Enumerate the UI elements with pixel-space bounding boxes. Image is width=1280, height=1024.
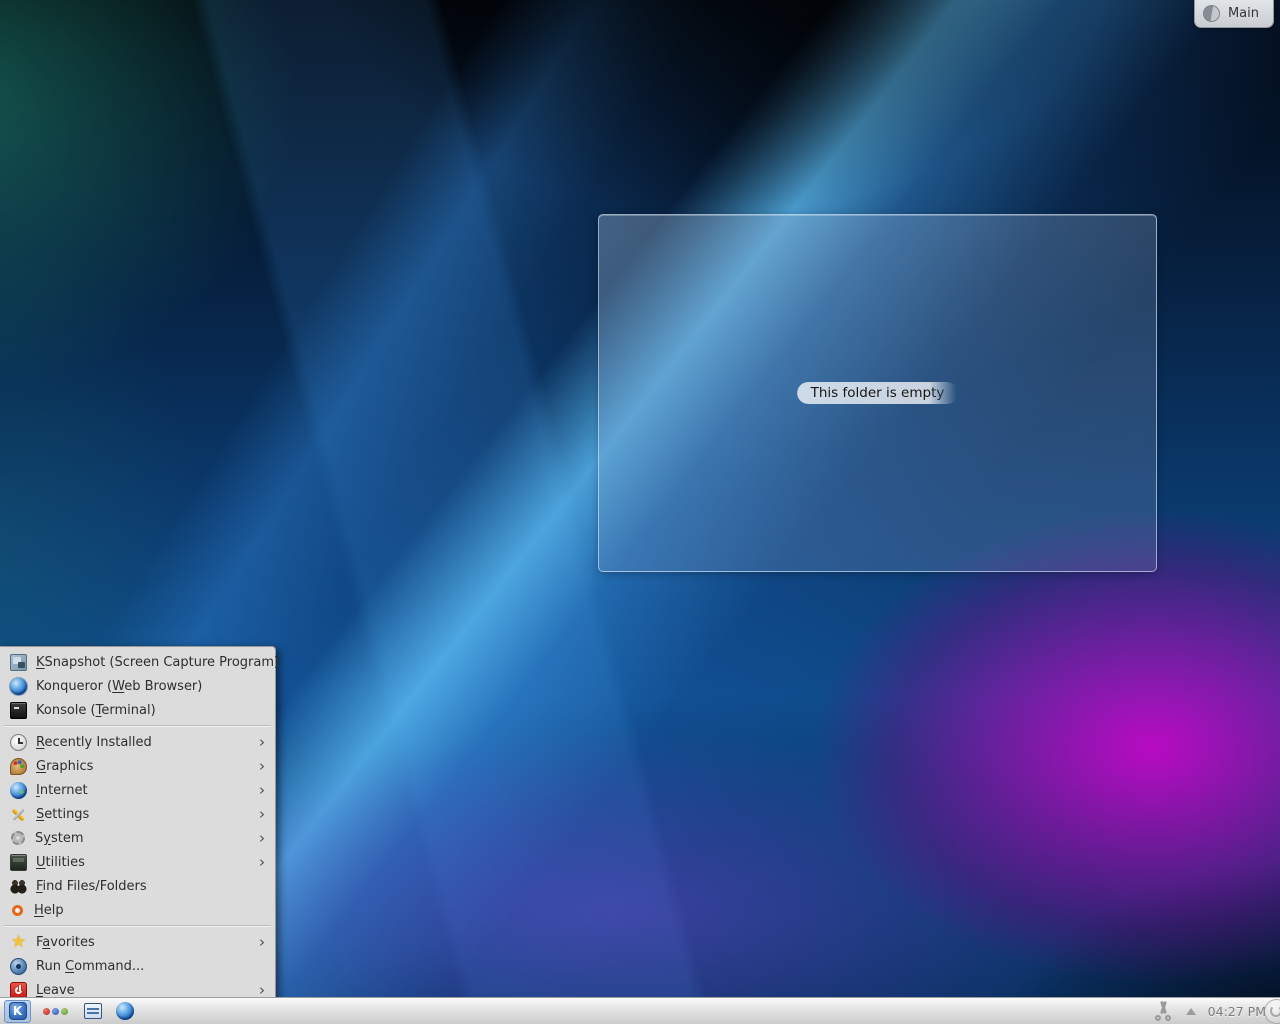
lifesaver-icon — [12, 905, 23, 916]
power-icon — [10, 982, 27, 999]
palette-icon — [10, 758, 27, 775]
red-dot-icon — [43, 1008, 50, 1015]
clock-icon — [10, 734, 27, 751]
star-icon: ★ — [10, 934, 27, 951]
menu-item-label: Graphics — [36, 759, 93, 774]
menu-item-label: Find Files/Folders — [36, 879, 147, 894]
menu-item-internet[interactable]: Internet › — [0, 778, 275, 802]
digital-clock[interactable]: 04:27 PM — [1208, 1004, 1266, 1019]
submenu-arrow-icon: › — [259, 735, 267, 750]
folder-view-widget[interactable]: This folder is empty — [598, 214, 1157, 572]
panel-toolbox-cashew-icon[interactable] — [1264, 999, 1280, 1024]
menu-item-konqueror[interactable]: Konqueror (Web Browser) — [0, 674, 275, 698]
folder-view-activity-tab[interactable]: Main — [1194, 0, 1274, 28]
menu-item-label: Help — [34, 903, 64, 918]
folder-empty-message: This folder is empty — [797, 382, 959, 404]
desktop-wallpaper: Main This folder is empty KSnapshot (Scr… — [0, 0, 1280, 1024]
menu-item-label: Run Command... — [36, 959, 144, 974]
binoculars-icon — [10, 878, 27, 895]
crossed-tools-icon — [10, 806, 27, 823]
activity-tab-label: Main — [1228, 6, 1259, 21]
menu-separator — [4, 725, 271, 727]
globe-icon — [10, 782, 27, 799]
menu-item-ksnapshot[interactable]: KSnapshot (Screen Capture Program) — [0, 650, 275, 674]
menu-item-label: System — [35, 831, 84, 846]
scissors-handle — [1165, 1015, 1171, 1021]
menu-item-label: KSnapshot (Screen Capture Program) — [36, 655, 279, 670]
menu-item-label: Internet — [36, 783, 88, 798]
file-cabinet-icon[interactable] — [84, 1003, 102, 1019]
gear-icon — [11, 831, 25, 845]
menu-item-find-files[interactable]: Find Files/Folders — [0, 874, 275, 898]
menu-item-label: Leave — [36, 983, 75, 998]
activity-pie-icon — [1203, 5, 1220, 22]
menu-item-label: Settings — [36, 807, 89, 822]
konsole-terminal-icon — [10, 702, 27, 719]
konqueror-globe-icon — [10, 678, 27, 695]
menu-item-settings[interactable]: Settings › — [0, 802, 275, 826]
menu-item-label: Favorites — [36, 935, 95, 950]
menu-item-help[interactable]: Help — [0, 898, 275, 922]
application-menu: KSnapshot (Screen Capture Program) Konque… — [0, 646, 276, 1006]
submenu-arrow-icon: › — [259, 983, 267, 998]
terminal-screen-icon — [10, 854, 27, 871]
konqueror-globe-icon[interactable] — [116, 1002, 134, 1020]
submenu-arrow-icon: › — [259, 935, 267, 950]
submenu-arrow-icon: › — [259, 831, 267, 846]
menu-item-graphics[interactable]: Graphics › — [0, 754, 275, 778]
klipper-scissors-icon[interactable] — [1154, 1001, 1172, 1021]
ksnapshot-monitor-icon — [10, 654, 27, 671]
menu-item-konsole[interactable]: Konsole (Terminal) — [0, 698, 275, 722]
submenu-arrow-icon: › — [259, 855, 267, 870]
scissors-handle — [1155, 1015, 1161, 1021]
menu-item-label: Konqueror (Web Browser) — [36, 679, 202, 694]
submenu-arrow-icon: › — [259, 783, 267, 798]
taskbar-panel: K 04:27 PM — [0, 997, 1280, 1024]
kmenu-launcher-button[interactable]: K — [4, 1000, 31, 1023]
menu-item-favorites[interactable]: ★ Favorites › — [0, 930, 275, 954]
menu-item-label: Konsole (Terminal) — [36, 703, 156, 718]
menu-item-label: Utilities — [36, 855, 85, 870]
green-dot-icon — [61, 1008, 68, 1015]
kde-logo-icon: K — [9, 1002, 27, 1020]
menu-item-run-command[interactable]: Run Command... — [0, 954, 275, 978]
menu-item-utilities[interactable]: Utilities › — [0, 850, 275, 874]
submenu-arrow-icon: › — [259, 807, 267, 822]
menu-item-recently-installed[interactable]: Recently Installed › — [0, 730, 275, 754]
run-gear-icon — [10, 958, 27, 975]
blue-dot-icon — [52, 1008, 59, 1015]
tray-expander-icon[interactable] — [1186, 1008, 1196, 1015]
menu-separator — [4, 925, 271, 927]
activity-dots-icon[interactable] — [43, 1008, 68, 1015]
submenu-arrow-icon: › — [259, 759, 267, 774]
menu-item-label: Recently Installed — [36, 735, 152, 750]
menu-item-system[interactable]: System › — [0, 826, 275, 850]
